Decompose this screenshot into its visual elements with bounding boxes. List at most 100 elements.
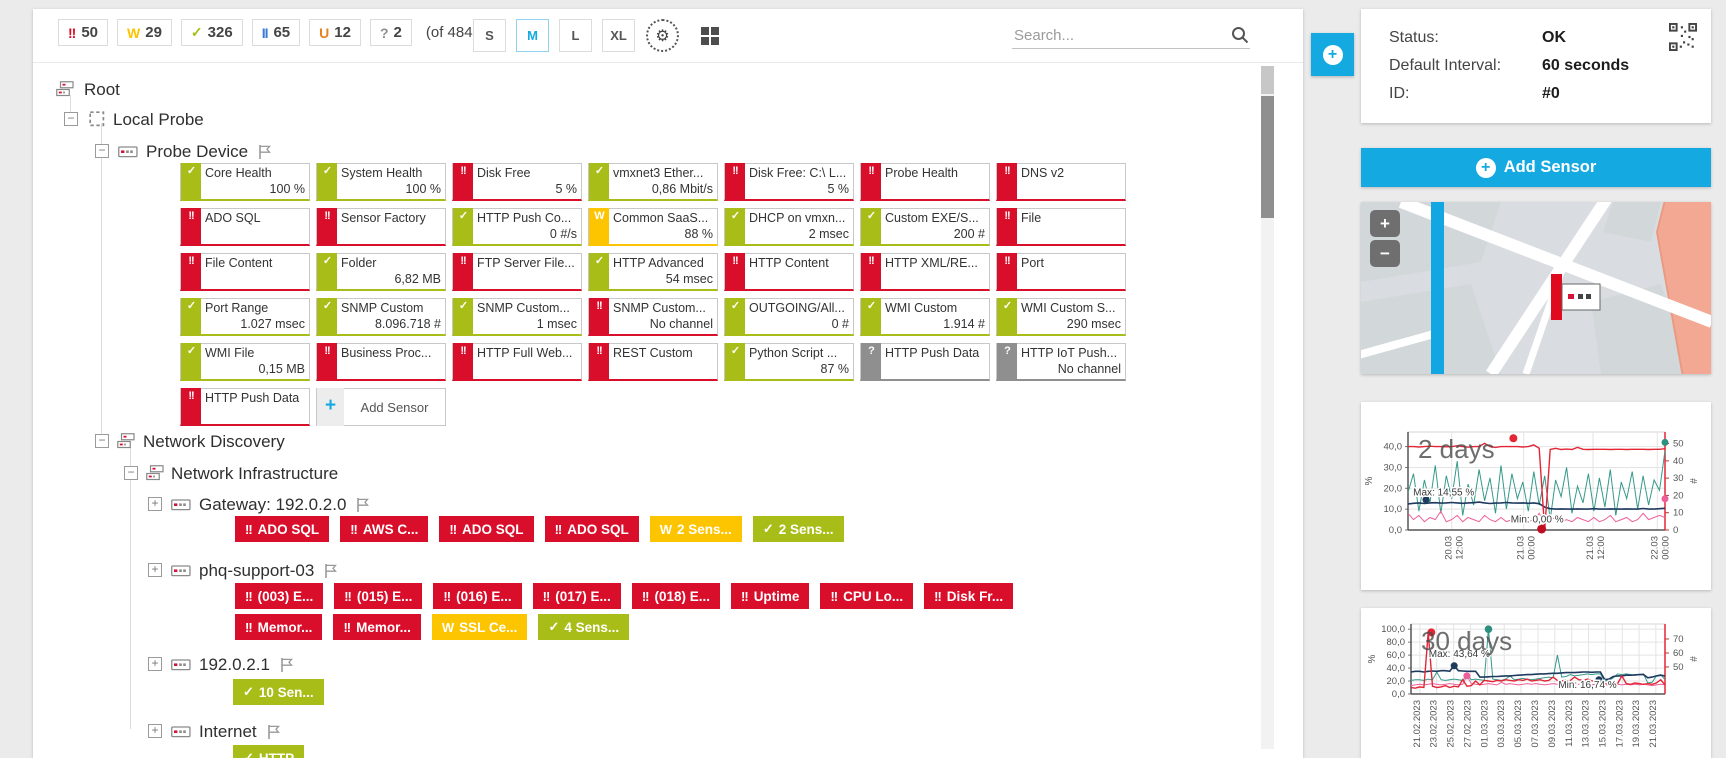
expand-toggle[interactable]: + bbox=[148, 497, 162, 511]
sensor-chip[interactable]: !!Memor... bbox=[333, 614, 420, 640]
status-filter-up[interactable]: ✓326 bbox=[181, 19, 243, 46]
tree-item-network-discovery[interactable]: Network Discovery bbox=[143, 432, 285, 452]
expand-toggle[interactable]: + bbox=[148, 724, 162, 738]
size-button-l[interactable]: L bbox=[559, 19, 592, 52]
sensor-tile[interactable]: ✓HTTP Push Co...0 #/s bbox=[452, 208, 582, 246]
sensor-tile[interactable]: ✓Port Range1.027 msec bbox=[180, 298, 310, 336]
sensor-tile[interactable]: !!Business Proc... bbox=[316, 343, 446, 381]
tree-item-internet[interactable]: Internet bbox=[199, 722, 257, 742]
flag-icon[interactable] bbox=[258, 144, 272, 160]
sensor-tile[interactable]: ✓System Health100 % bbox=[316, 163, 446, 201]
sensor-tile[interactable]: !!ADO SQL bbox=[180, 208, 310, 246]
sensor-chip[interactable]: ✓2 Sens... bbox=[753, 516, 844, 542]
sensor-tile[interactable]: !!Sensor Factory bbox=[316, 208, 446, 246]
sensor-tile[interactable]: !!HTTP Content bbox=[724, 253, 854, 291]
collapse-toggle[interactable]: − bbox=[124, 466, 138, 480]
map-zoom-in-button[interactable]: + bbox=[1370, 210, 1400, 237]
sensor-tile[interactable]: !!HTTP Full Web... bbox=[452, 343, 582, 381]
tree-item-local-probe[interactable]: Local Probe bbox=[113, 110, 204, 130]
sensor-tile[interactable]: !!Disk Free: C:\ L...5 % bbox=[724, 163, 854, 201]
flag-icon[interactable] bbox=[356, 497, 370, 513]
size-button-s[interactable]: S bbox=[473, 19, 506, 52]
size-button-m[interactable]: M bbox=[516, 19, 549, 52]
sensor-tile[interactable]: !!DNS v2 bbox=[996, 163, 1126, 201]
sensor-tile[interactable]: !!HTTP XML/RE... bbox=[860, 253, 990, 291]
tree-item-root[interactable]: Root bbox=[84, 80, 120, 100]
sensor-tile[interactable]: WCommon SaaS...88 % bbox=[588, 208, 718, 246]
status-filter-down[interactable]: !!50 bbox=[58, 19, 108, 46]
sensor-tile[interactable]: ✓OUTGOING/All...0 # bbox=[724, 298, 854, 336]
expand-toggle[interactable]: + bbox=[148, 657, 162, 671]
sensor-chip[interactable]: !!(015) E... bbox=[334, 583, 422, 609]
sensor-tile[interactable]: ✓WMI File0,15 MB bbox=[180, 343, 310, 381]
sensor-chip[interactable]: WSSL Ce... bbox=[432, 614, 528, 640]
graph-30-days[interactable]: 0,020,040,060,080,0100,0506070Max: 43,64… bbox=[1361, 608, 1711, 758]
sensor-tile[interactable]: !!SNMP Custom...No channel bbox=[588, 298, 718, 336]
sensor-tile[interactable]: !!Probe Health bbox=[860, 163, 990, 201]
scrollbar-thumb[interactable] bbox=[1261, 96, 1274, 218]
sensor-tile[interactable]: ✓WMI Custom1.914 # bbox=[860, 298, 990, 336]
tile-view-toggle-icon[interactable] bbox=[701, 27, 719, 45]
expand-toggle[interactable]: + bbox=[148, 563, 162, 577]
sensor-chip[interactable]: !!ADO SQL bbox=[439, 516, 533, 542]
settings-gear-icon[interactable]: ⚙ bbox=[646, 19, 679, 52]
sensor-tile[interactable]: ✓Folder6,82 MB bbox=[316, 253, 446, 291]
collapse-toggle[interactable]: − bbox=[95, 144, 109, 158]
sensor-tile[interactable]: !!HTTP Push Data bbox=[180, 388, 310, 426]
sensor-tile[interactable]: ✓Custom EXE/S...200 # bbox=[860, 208, 990, 246]
sensor-tile[interactable]: ?HTTP Push Data bbox=[860, 343, 990, 381]
search-input[interactable] bbox=[1012, 26, 1230, 45]
location-map[interactable]: + − bbox=[1361, 202, 1711, 374]
sensor-chip[interactable]: !!ADO SQL bbox=[545, 516, 639, 542]
scrollbar-cap[interactable] bbox=[1261, 66, 1274, 94]
collapse-toggle[interactable]: − bbox=[95, 434, 109, 448]
sensor-chip[interactable]: !!(017) E... bbox=[533, 583, 621, 609]
sensor-tile[interactable]: ✓WMI Custom S...290 msec bbox=[996, 298, 1126, 336]
sensor-tile[interactable]: !!Port bbox=[996, 253, 1126, 291]
sensor-chip[interactable]: !!(018) E... bbox=[632, 583, 720, 609]
status-filter-paused[interactable]: II65 bbox=[252, 19, 300, 46]
sensor-chip[interactable]: !!Uptime bbox=[731, 583, 809, 609]
collapse-toggle[interactable]: − bbox=[64, 112, 78, 126]
status-filter-unusual[interactable]: U12 bbox=[309, 19, 361, 46]
tree-item-192-0-2-1[interactable]: 192.0.2.1 bbox=[199, 655, 270, 675]
flag-icon[interactable] bbox=[324, 563, 338, 579]
sensor-chip[interactable]: ✓HTTP bbox=[233, 745, 304, 758]
map-zoom-out-button[interactable]: − bbox=[1370, 240, 1400, 267]
sensor-tile[interactable]: ✓Python Script ...87 % bbox=[724, 343, 854, 381]
graph-2-days[interactable]: 0,010,020,030,040,001020304050Max: 14,55… bbox=[1361, 402, 1711, 590]
sensor-chip[interactable]: ✓10 Sen... bbox=[233, 679, 324, 705]
size-button-xl[interactable]: XL bbox=[602, 19, 635, 52]
sensor-tile[interactable]: !!FTP Server File... bbox=[452, 253, 582, 291]
add-button[interactable]: + bbox=[1311, 33, 1354, 76]
sensor-tile[interactable]: ✓HTTP Advanced54 msec bbox=[588, 253, 718, 291]
sensor-chip[interactable]: ✓4 Sens... bbox=[538, 614, 629, 640]
add-sensor-button[interactable]: + Add Sensor bbox=[1361, 148, 1711, 187]
tree-item-probe-device[interactable]: Probe Device bbox=[146, 142, 248, 162]
sensor-tile[interactable]: ✓DHCP on vmxn...2 msec bbox=[724, 208, 854, 246]
sensor-tile[interactable]: ✓SNMP Custom...1 msec bbox=[452, 298, 582, 336]
sensor-tile[interactable]: !!Disk Free5 % bbox=[452, 163, 582, 201]
sensor-tile[interactable]: ✓SNMP Custom8.096.718 # bbox=[316, 298, 446, 336]
sensor-tile[interactable]: ✓vmxnet3 Ether...0,86 Mbit/s bbox=[588, 163, 718, 201]
status-filter-warning[interactable]: W29 bbox=[117, 19, 172, 46]
qr-code-icon[interactable] bbox=[1669, 23, 1697, 51]
sensor-tile[interactable]: ✓Core Health100 % bbox=[180, 163, 310, 201]
sensor-tile[interactable]: ?HTTP IoT Push...No channel bbox=[996, 343, 1126, 381]
sensor-chip[interactable]: !!ADO SQL bbox=[235, 516, 329, 542]
sensor-tile[interactable]: !!File bbox=[996, 208, 1126, 246]
sensor-chip[interactable]: !!Disk Fr... bbox=[924, 583, 1013, 609]
flag-icon[interactable] bbox=[267, 724, 281, 740]
sensor-chip[interactable]: !!CPU Lo... bbox=[820, 583, 913, 609]
sensor-tile[interactable]: !!File Content bbox=[180, 253, 310, 291]
tree-item-network-infrastructure[interactable]: Network Infrastructure bbox=[171, 464, 338, 484]
sensor-chip[interactable]: !!(016) E... bbox=[433, 583, 521, 609]
sensor-chip[interactable]: !!Memor... bbox=[235, 614, 322, 640]
status-filter-unknown[interactable]: ?2 bbox=[370, 19, 412, 46]
tree-item-gateway[interactable]: Gateway: 192.0.2.0 bbox=[199, 495, 346, 515]
sensor-tile[interactable]: !!REST Custom bbox=[588, 343, 718, 381]
add-sensor-tile[interactable]: +Add Sensor bbox=[316, 388, 446, 426]
sensor-chip[interactable]: !!AWS C... bbox=[340, 516, 428, 542]
sensor-chip[interactable]: W2 Sens... bbox=[650, 516, 742, 542]
tree-item-phq-support-03[interactable]: phq-support-03 bbox=[199, 561, 314, 581]
